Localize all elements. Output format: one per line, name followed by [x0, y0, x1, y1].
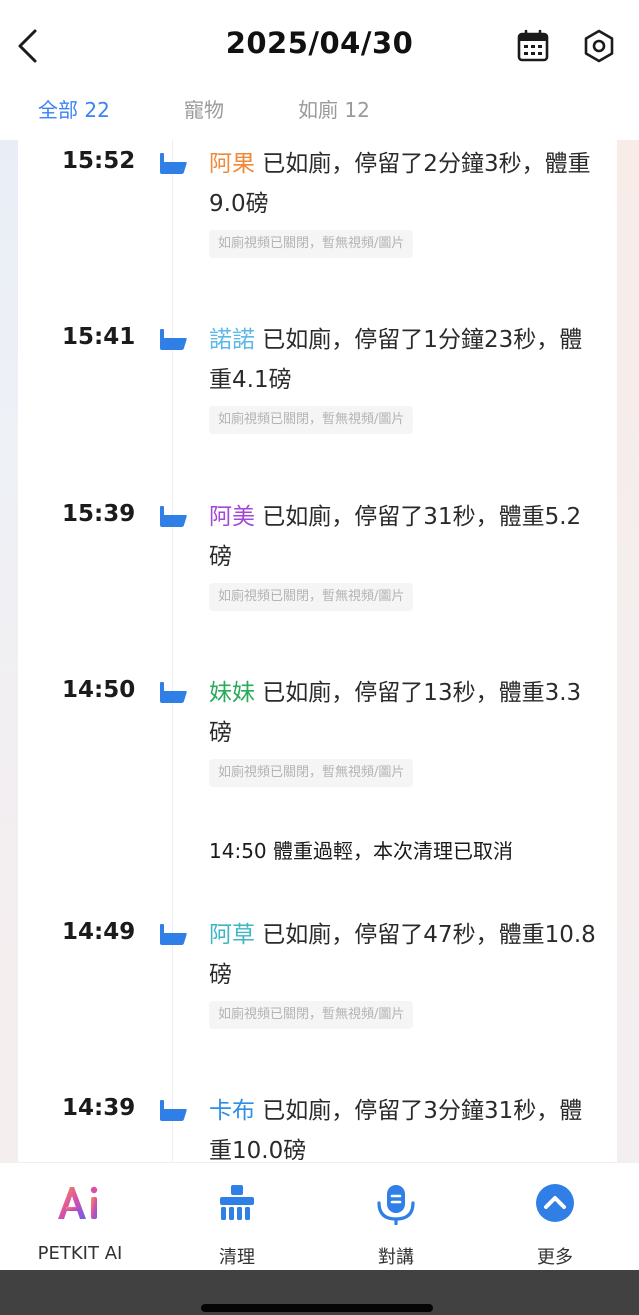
- event-time: 14:50: [62, 677, 136, 703]
- tab-toilet[interactable]: 如廁 12: [298, 94, 370, 123]
- pet-name: 阿果: [209, 151, 255, 177]
- litter-box-icon: [160, 329, 187, 350]
- nav-label: 對講: [378, 1247, 414, 1268]
- background-left: [0, 140, 18, 1162]
- pet-name: 卡布: [209, 1098, 255, 1124]
- event-description: 阿美 已如廁，停留了31秒，體重5.2磅: [209, 497, 604, 577]
- litter-box-icon: [160, 506, 187, 527]
- nav-clean[interactable]: 清理: [157, 1163, 317, 1271]
- microphone-icon: [377, 1185, 415, 1225]
- tab-all-label: 全部: [38, 98, 78, 122]
- event-time: 15:52: [62, 148, 136, 174]
- nav-label: PETKIT AI: [37, 1243, 123, 1264]
- event-detail: 已如廁，停留了1分鐘23秒，體重4.1磅: [209, 327, 583, 393]
- event-detail: 已如廁，停留了31秒，體重5.2磅: [209, 504, 582, 570]
- nav-petkit-ai[interactable]: PETKIT AI: [0, 1163, 160, 1271]
- event-detail: 已如廁，停留了13秒，體重3.3磅: [209, 680, 582, 746]
- ai-icon: [58, 1186, 98, 1219]
- event-time: 14:39: [62, 1095, 136, 1121]
- litter-box-icon: [160, 1100, 187, 1121]
- litter-box-icon: [160, 924, 187, 945]
- top-bar: 2025/04/30: [0, 0, 639, 92]
- event-description: 諾諾 已如廁，停留了1分鐘23秒，體重4.1磅: [209, 320, 604, 400]
- chevron-up-circle-icon: [536, 1184, 574, 1222]
- gear-icon: [584, 29, 614, 63]
- tab-toilet-label: 如廁: [298, 98, 338, 122]
- event-description: 卡布 已如廁，停留了3分鐘31秒，體重10.0磅: [209, 1091, 604, 1162]
- broom-icon: [220, 1185, 254, 1220]
- event-time: 15:41: [62, 324, 136, 350]
- pet-name: 阿草: [209, 922, 255, 948]
- video-note: 如廁視頻已關閉，暫無視頻/圖片: [209, 583, 414, 611]
- nav-intercom[interactable]: 對講: [316, 1163, 476, 1271]
- tab-toilet-count: 12: [344, 98, 370, 122]
- event-description: 阿草 已如廁，停留了47秒，體重10.8磅: [209, 915, 604, 995]
- event-time: 15:39: [62, 501, 136, 527]
- litter-box-icon: [160, 153, 187, 174]
- settings-button[interactable]: [581, 28, 617, 64]
- video-note: 如廁視頻已關閉，暫無視頻/圖片: [209, 1001, 414, 1029]
- event-description: 阿果 已如廁，停留了2分鐘3秒，體重9.0磅: [209, 144, 604, 224]
- home-indicator[interactable]: [201, 1304, 433, 1312]
- video-note: 如廁視頻已關閉，暫無視頻/圖片: [209, 759, 414, 787]
- timeline-line: [172, 140, 173, 1162]
- event-detail: 已如廁，停留了47秒，體重10.8磅: [209, 922, 596, 988]
- event-detail: 已如廁，停留了3分鐘31秒，體重10.0磅: [209, 1098, 583, 1162]
- pet-name: 諾諾: [209, 327, 255, 353]
- video-note: 如廁視頻已關閉，暫無視頻/圖片: [209, 406, 414, 434]
- nav-more[interactable]: 更多: [475, 1163, 635, 1271]
- tab-all-count: 22: [84, 98, 110, 122]
- tab-pets[interactable]: 寵物: [184, 94, 224, 123]
- pet-name: 阿美: [209, 504, 255, 530]
- bottom-nav: PETKIT AI 清理 對講 更多: [0, 1162, 639, 1270]
- litter-box-icon: [160, 682, 187, 703]
- background-right: [617, 140, 639, 1162]
- event-time: 14:49: [62, 919, 136, 945]
- tab-pets-label: 寵物: [184, 98, 224, 122]
- calendar-icon: [517, 29, 549, 62]
- pet-name: 妹妹: [209, 680, 255, 706]
- video-note: 如廁視頻已關閉，暫無視頻/圖片: [209, 230, 414, 258]
- filter-tabs: 全部 22 寵物 如廁 12: [0, 88, 639, 138]
- nav-label: 清理: [219, 1247, 255, 1268]
- event-description: 妹妹 已如廁，停留了13秒，體重3.3磅: [209, 673, 604, 753]
- event-timeline[interactable]: 15:52 阿果 已如廁，停留了2分鐘3秒，體重9.0磅 如廁視頻已關閉，暫無視…: [18, 140, 617, 1162]
- calendar-button[interactable]: [516, 29, 550, 63]
- tab-all[interactable]: 全部 22: [38, 94, 110, 123]
- event-detail: 已如廁，停留了2分鐘3秒，體重9.0磅: [209, 151, 591, 217]
- cleaning-cancelled-note: 14:50 體重過輕，本次清理已取消: [209, 839, 513, 863]
- nav-label: 更多: [537, 1247, 573, 1268]
